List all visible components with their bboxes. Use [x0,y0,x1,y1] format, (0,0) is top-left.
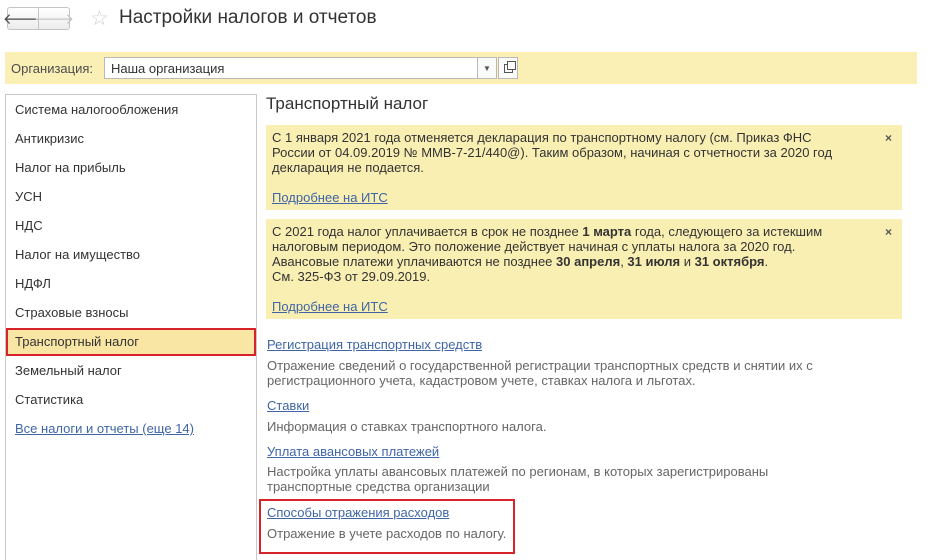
sidebar-item-vat[interactable]: НДС [6,212,256,240]
sidebar-item-property-tax[interactable]: Налог на имущество [6,241,256,269]
highlight-frame [259,499,515,554]
notice-text: С 2021 года налог уплачивается в срок не… [272,224,583,239]
notice-text: Авансовые платежи уплачиваются не поздне… [272,254,557,269]
arrow-right-icon: 🡒 [33,11,75,28]
vehicle-registration-link[interactable]: Регистрация транспортных средств [267,337,482,352]
notice-text: налоговым периодом. Это положение действ… [272,239,796,254]
notice-declaration: С 1 января 2021 года отменяется декларац… [266,125,902,210]
its-more-link[interactable]: Подробнее на ИТС [272,299,388,314]
sidebar-item-transport-tax[interactable]: Транспортный налог [6,328,256,356]
deadline-date: 30 апреля [556,254,621,269]
rates-desc: Информация о ставках транспортного налог… [267,419,547,434]
description-line: транспортные средства организации [267,479,490,494]
sidebar-item-tax-system[interactable]: Система налогообложения [6,96,256,124]
favorite-star-icon[interactable]: ☆ [90,6,109,31]
sidebar-item-statistics[interactable]: Статистика [6,386,256,414]
section-title: Транспортный налог [266,94,429,113]
sidebar-item-profit-tax[interactable]: Налог на прибыль [6,154,256,182]
organization-dropdown-button[interactable]: ▼ [477,57,497,79]
sidebar-item-insurance[interactable]: Страховые взносы [6,299,256,327]
advance-payments-desc: Настройка уплаты авансовых платежей по р… [267,464,768,494]
description-line: регистрационного учета, кадастровом учет… [267,373,696,388]
forward-button[interactable]: 🡒 [34,7,74,30]
notice-text: . [764,254,769,269]
notice-payment-deadline: С 2021 года налог уплачивается в срок не… [266,219,902,319]
description-line: Отражение сведений о государственной рег… [267,358,813,373]
advance-payments-link[interactable]: Уплата авансовых платежей [267,444,439,459]
organization-label: Организация: [11,61,94,76]
organization-open-button[interactable] [498,57,518,79]
notice-text: декларация не подается. [272,160,424,175]
organization-bar: Организация: Наша организация ▼ [5,52,917,84]
close-icon[interactable]: × [885,225,892,240]
organization-field[interactable]: Наша организация [104,57,478,79]
sidebar-item-ndfl[interactable]: НДФЛ [6,270,256,298]
deadline-date: 31 октября [694,254,765,269]
sidebar-all-taxes-link[interactable]: Все налоги и отчеты (еще 14) [6,415,256,443]
deadline-date: 31 июля [627,254,681,269]
open-window-icon [503,60,516,73]
close-icon[interactable]: × [885,131,892,146]
notice-text: См. 325-ФЗ от 29.09.2019. [272,269,431,284]
description-line: Настройка уплаты авансовых платежей по р… [267,464,769,479]
header-bar: 🡐 🡒 ☆ Настройки налогов и отчетов [0,0,938,40]
sidebar-item-usn[interactable]: УСН [6,183,256,211]
sidebar-item-land-tax[interactable]: Земельный налог [6,357,256,385]
sidebar-item-anticrisis[interactable]: Антикризис [6,125,256,153]
notice-text: и [680,254,695,269]
notice-text: С 1 января 2021 года отменяется декларац… [272,130,812,145]
sidebar: Система налогообложения Антикризис Налог… [5,94,257,560]
notice-text: России от 04.09.2019 № ММВ-7-21/440@). Т… [272,145,833,160]
rates-link[interactable]: Ставки [267,398,309,413]
notice-text: года, следующего за истекшим [631,224,823,239]
vehicle-registration-desc: Отражение сведений о государственной рег… [267,358,813,388]
its-more-link[interactable]: Подробнее на ИТС [272,190,388,205]
page-title: Настройки налогов и отчетов [119,7,377,28]
deadline-date: 1 марта [582,224,632,239]
chevron-down-icon: ▼ [483,63,491,73]
